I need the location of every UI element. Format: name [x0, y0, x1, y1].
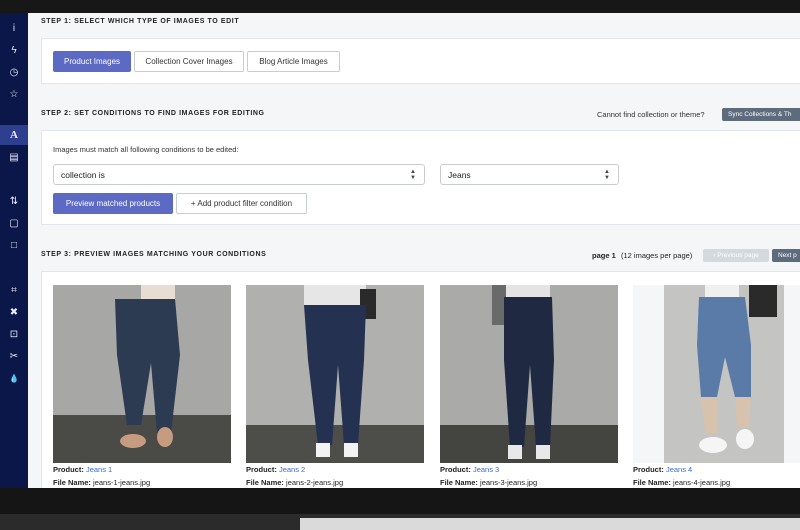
product-link[interactable]: Jeans 2 [279, 465, 305, 474]
page-number: page 1 [592, 251, 616, 260]
sync-collections-button[interactable]: Sync Collections & Th [722, 108, 800, 121]
product-card[interactable]: Product: Jeans 3 File Name: jeans-3-jean… [440, 285, 618, 488]
product-image[interactable] [633, 285, 800, 463]
sidebar: i ϟ ◷ ☆ A ▤ ⇅ ▢ □ ⌗ ✖ ⊡ ✂ 💧 [0, 13, 28, 488]
match-conditions-label: Images must match all following conditio… [53, 145, 239, 154]
product-image[interactable] [440, 285, 618, 463]
step2-card: Images must match all following conditio… [41, 130, 800, 225]
scissors-icon[interactable]: ✂ [0, 346, 28, 366]
compress-icon[interactable]: ✖ [0, 302, 28, 322]
select-arrows-icon: ▲ ▼ [604, 169, 610, 181]
product-link[interactable]: Jeans 4 [666, 465, 692, 474]
file-name-label: File Name: [633, 477, 671, 487]
file-name: jeans-2-jeans.jpg [286, 477, 344, 487]
images-per-page: (12 images per page) [621, 251, 693, 260]
window-top-bar [0, 0, 800, 13]
square-icon[interactable]: □ [0, 235, 28, 255]
step3-title: STEP 3: PREVIEW IMAGES MATCHING YOUR CON… [41, 251, 267, 258]
clock-icon[interactable]: ◷ [0, 62, 28, 82]
next-page-button[interactable]: Next p [772, 249, 800, 262]
collection-cover-images-button[interactable]: Collection Cover Images [134, 51, 244, 72]
condition-field-select[interactable]: collection is ▲ ▼ [53, 164, 425, 185]
file-name-label: File Name: [440, 477, 478, 487]
product-link[interactable]: Jeans 1 [86, 465, 112, 474]
taskbar-window [300, 518, 800, 530]
select-arrows-icon: ▲ ▼ [410, 169, 416, 181]
screen-icon[interactable]: ⊡ [0, 324, 28, 344]
file-name: jeans-3-jeans.jpg [480, 477, 538, 487]
file-name: jeans-1-jeans.jpg [93, 477, 151, 487]
step1-card: Product Images Collection Cover Images B… [41, 38, 800, 84]
condition-value-text: Jeans [448, 169, 471, 180]
file-name-label: File Name: [53, 477, 91, 487]
product-link[interactable]: Jeans 3 [473, 465, 499, 474]
product-card[interactable]: Product: Jeans 2 File Name: jeans-2-jean… [246, 285, 424, 488]
product-label: Product: [633, 465, 664, 474]
product-card[interactable]: Product: Jeans 4 File Name: jeans-4-jean… [633, 285, 800, 488]
font-icon[interactable]: A [0, 125, 28, 145]
product-label: Product: [440, 465, 471, 474]
file-icon[interactable]: ▢ [0, 213, 28, 233]
missing-collection-help: Cannot find collection or theme? [597, 110, 705, 119]
window-bottom-bar [0, 488, 800, 530]
info-icon[interactable]: i [0, 18, 28, 38]
previous-page-button[interactable]: ‹ Previous page [703, 249, 769, 262]
crop-icon[interactable]: ⌗ [0, 280, 28, 300]
main-content: STEP 1: SELECT WHICH TYPE OF IMAGES TO E… [28, 13, 800, 488]
star-icon[interactable]: ☆ [0, 84, 28, 104]
file-name: jeans-4-jeans.jpg [673, 477, 731, 487]
step2-title: STEP 2: SET CONDITIONS TO FIND IMAGES FO… [41, 110, 265, 117]
blog-article-images-button[interactable]: Blog Article Images [247, 51, 340, 72]
product-card[interactable]: Product: Jeans 1 File Name: jeans-1-jean… [53, 285, 231, 488]
sort-icon[interactable]: ⇅ [0, 191, 28, 211]
product-label: Product: [246, 465, 277, 474]
preview-matched-products-button[interactable]: Preview matched products [53, 193, 173, 214]
file-name-label: File Name: [246, 477, 284, 487]
document-icon[interactable]: ▤ [0, 147, 28, 167]
drop-icon[interactable]: 💧 [0, 368, 28, 388]
step1-title: STEP 1: SELECT WHICH TYPE OF IMAGES TO E… [41, 18, 240, 25]
condition-field-value: collection is [61, 169, 105, 180]
taskbar-strip [0, 514, 800, 530]
product-image[interactable] [246, 285, 424, 463]
product-image[interactable] [53, 285, 231, 463]
bolt-icon[interactable]: ϟ [0, 40, 28, 60]
product-label: Product: [53, 465, 84, 474]
product-images-button[interactable]: Product Images [53, 51, 131, 72]
condition-value-select[interactable]: Jeans ▲ ▼ [440, 164, 619, 185]
add-filter-condition-button[interactable]: + Add product filter condition [176, 193, 307, 214]
